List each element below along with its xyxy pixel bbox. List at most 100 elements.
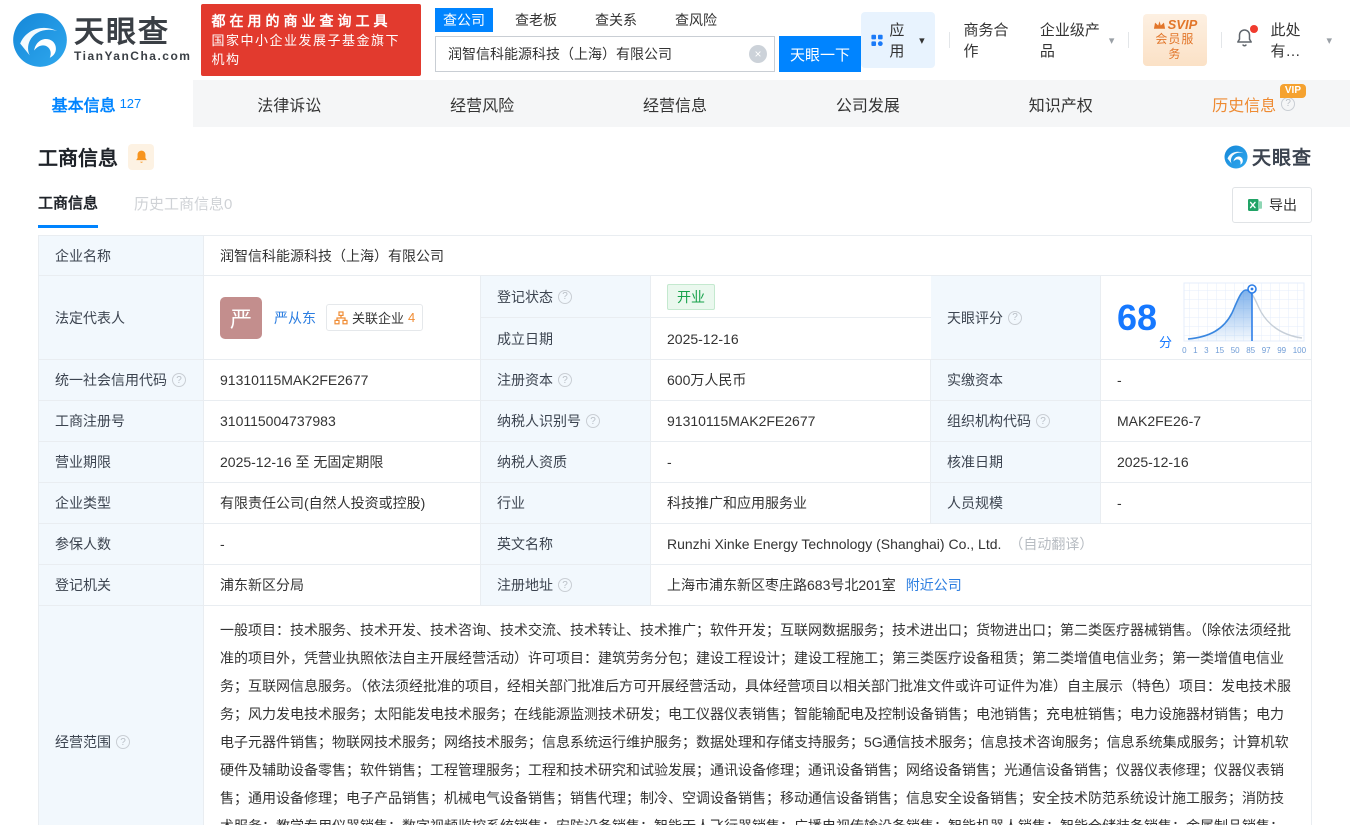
company-name-value: 润智信科能源科技（上海）有限公司 [204,236,1311,275]
subtab-history-business-info[interactable]: 历史工商信息0 [134,184,232,226]
top-header: 天眼查 TianYanCha.com 都在用的商业查询工具 国家中小企业发展子基… [0,0,1350,80]
field-label-reg-number: 工商注册号 [39,401,204,441]
field-label-score: 天眼评分 [931,276,1101,359]
business-scope-value: 一般项目：技术服务、技术开发、技术咨询、技术交流、技术转让、技术推广；软件开发；… [204,606,1311,825]
score-unit: 分 [1159,332,1172,355]
business-term-value: 2025-12-16 至 无固定期限 [204,442,481,482]
taxpayer-quality-value: - [651,442,931,482]
tab-basic-info[interactable]: 基本信息 127 [0,80,193,127]
related-companies-badge[interactable]: 关联企业 4 [326,304,423,331]
status-badge: 开业 [667,284,715,310]
business-info-table: 企业名称 润智信科能源科技（上海）有限公司 法定代表人 严 严从东 [38,235,1312,825]
tianyancha-logo-icon [12,12,68,68]
field-label-staff-size: 人员规模 [931,483,1101,523]
field-label-reg-capital: 注册资本 [481,360,651,400]
tab-company-development[interactable]: 公司发展 [771,80,964,127]
field-label-org-code: 组织机构代码 [931,401,1101,441]
table-row: 登记状态 开业 [481,276,931,318]
legal-rep-avatar[interactable]: 严 [220,297,262,339]
nav-enterprise-products[interactable]: 企业级产品 [1040,19,1115,61]
logo-domain: TianYanCha.com [74,49,191,63]
monitor-bell-icon[interactable] [128,144,154,170]
vip-tag: VIP [1280,84,1306,98]
org-code-value: MAK2FE26-7 [1101,401,1311,441]
apps-menu[interactable]: 应用 [861,12,935,68]
apps-label: 应用 [889,19,914,61]
field-label-credit-code: 统一社会信用代码 [39,360,204,400]
reg-capital-value: 600万人民币 [651,360,931,400]
help-icon[interactable] [586,414,600,428]
clear-input-icon[interactable] [749,45,767,63]
table-row: 企业类型 有限责任公司(自然人投资或控股) 行业 科技推广和应用服务业 人员规模… [39,483,1311,524]
search-area: 查公司 查老板 查关系 查风险 天眼一下 [435,8,861,72]
help-icon[interactable] [1281,97,1295,111]
related-companies-count: 4 [408,310,415,325]
excel-icon [1247,197,1263,213]
org-chart-icon [334,311,348,325]
promo-line-2: 国家中小企业发展子基金旗下机构 [211,31,410,69]
search-tab-boss[interactable]: 查老板 [507,8,565,32]
field-label-business-scope: 经营范围 [39,606,204,825]
help-icon[interactable] [1036,414,1050,428]
english-name-value: Runzhi Xinke Energy Technology (Shanghai… [651,524,1311,564]
credit-code-value: 91310115MAK2FE2677 [204,360,481,400]
search-tab-company[interactable]: 查公司 [435,8,493,32]
field-label-business-term: 营业期限 [39,442,204,482]
tab-operating-risk[interactable]: 经营风险 [386,80,579,127]
help-icon[interactable] [558,290,572,304]
industry-value: 科技推广和应用服务业 [651,483,931,523]
field-label-paid-capital: 实缴资本 [931,360,1101,400]
table-row: 统一社会信用代码 91310115MAK2FE2677 注册资本 600万人民币… [39,360,1311,401]
svip-member-badge[interactable]: SVIP 会员服务 [1143,14,1206,66]
tianyancha-company-page: 天眼查 TianYanCha.com 都在用的商业查询工具 国家中小企业发展子基… [0,0,1350,825]
help-icon[interactable] [1008,311,1022,325]
field-label-legal-rep: 法定代表人 [39,276,204,359]
tab-legal-proceedings[interactable]: 法律诉讼 [193,80,386,127]
search-input[interactable] [435,36,775,72]
nav-business-cooperation[interactable]: 商务合作 [963,19,1015,61]
tab-operating-info[interactable]: 经营信息 [579,80,772,127]
field-label-industry: 行业 [481,483,651,523]
search-tab-risk[interactable]: 查风险 [667,8,725,32]
subtabs-row: 工商信息 历史工商信息0 导出 [38,185,1312,225]
user-menu[interactable]: 此处有… [1270,19,1332,61]
score-value: 68 [1117,300,1157,336]
table-row: 参保人数 - 英文名称 Runzhi Xinke Energy Technolo… [39,524,1311,565]
help-icon[interactable] [558,578,572,592]
section-title: 工商信息 [38,142,118,171]
watermark-logo-text: 天眼查 [1252,143,1312,170]
watermark-logo: 天眼查 [1224,143,1312,170]
search-button[interactable]: 天眼一下 [779,36,861,72]
paid-capital-value: - [1101,360,1311,400]
auto-translate-note: （自动翻译） [1009,534,1093,554]
company-type-value: 有限责任公司(自然人投资或控股) [204,483,481,523]
help-icon[interactable] [116,735,130,749]
table-row: 登记机关 浦东新区分局 注册地址 上海市浦东新区枣庄路683号北201室 附近公… [39,565,1311,606]
chevron-down-icon [1109,34,1115,47]
field-label-reg-address: 注册地址 [481,565,651,605]
promo-line-1: 都在用的商业查询工具 [211,11,410,31]
field-label-taxpayer-id: 纳税人识别号 [481,401,651,441]
tab-history-info[interactable]: VIP 历史信息 [1157,80,1350,127]
field-label-english-name: 英文名称 [481,524,651,564]
legal-rep-cell: 严 严从东 关联企业 4 [204,276,481,359]
table-row: 工商注册号 310115004737983 纳税人识别号 91310115MAK… [39,401,1311,442]
notifications-bell-icon[interactable] [1235,28,1254,53]
field-label-est-date: 成立日期 [481,318,651,359]
field-label-company-type: 企业类型 [39,483,204,523]
tab-intellectual-property[interactable]: 知识产权 [964,80,1157,127]
nearby-companies-link[interactable]: 附近公司 [906,575,962,595]
tianyan-score-cell: 68 分 [1101,276,1311,359]
field-label-taxpayer-quality: 纳税人资质 [481,442,651,482]
table-row: 成立日期 2025-12-16 [481,318,931,359]
field-label-reg-authority: 登记机关 [39,565,204,605]
search-tab-relation[interactable]: 查关系 [587,8,645,32]
help-icon[interactable] [172,373,186,387]
legal-rep-name-link[interactable]: 严从东 [274,308,316,328]
export-button[interactable]: 导出 [1232,187,1312,223]
subtab-business-info[interactable]: 工商信息 [38,183,98,228]
table-row: 企业名称 润智信科能源科技（上海）有限公司 [39,236,1311,276]
notification-dot [1250,25,1258,33]
tianyancha-logo[interactable]: 天眼查 TianYanCha.com [12,12,191,68]
help-icon[interactable] [558,373,572,387]
